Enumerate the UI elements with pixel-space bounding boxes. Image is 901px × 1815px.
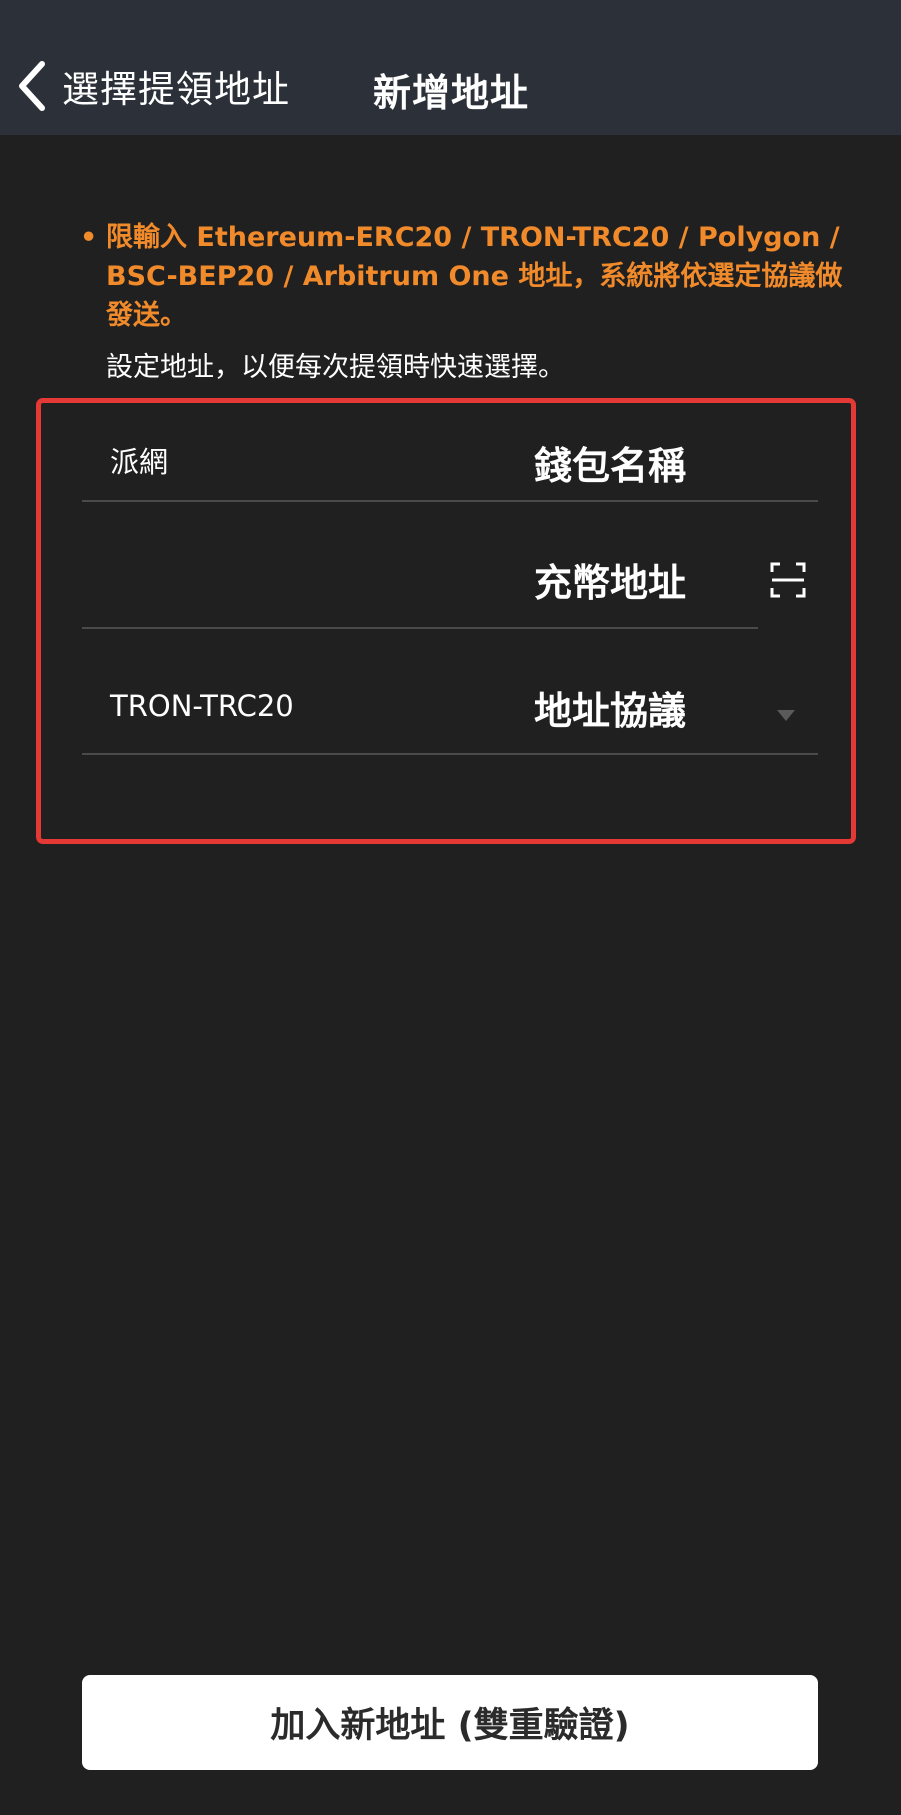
protocol-label: 地址協議 bbox=[534, 688, 687, 733]
chevron-left-icon bbox=[19, 61, 45, 111]
protocol-value[interactable]: TRON-TRC20 bbox=[110, 689, 294, 723]
back-button[interactable]: 選擇提領地址 bbox=[16, 56, 290, 116]
form-subtitle: 設定地址，以便每次提領時快速選擇。 bbox=[106, 352, 565, 383]
deposit-address-label: 充幣地址 bbox=[534, 560, 687, 605]
protocol-divider bbox=[82, 753, 818, 755]
notice-bullet: • bbox=[80, 222, 98, 253]
add-address-button[interactable]: 加入新地址 (雙重驗證) bbox=[82, 1675, 818, 1770]
page-title: 新增地址 bbox=[373, 71, 530, 115]
deposit-address-divider bbox=[82, 627, 758, 629]
caret-down-icon[interactable] bbox=[775, 707, 797, 723]
wallet-name-divider bbox=[82, 500, 818, 502]
wallet-name-label: 錢包名稱 bbox=[534, 443, 687, 488]
notice-text: 限輸入 Ethereum-ERC20 / TRON-TRC20 / Polygo… bbox=[106, 222, 843, 331]
back-label: 選擇提領地址 bbox=[62, 68, 290, 111]
scan-icon[interactable] bbox=[770, 562, 806, 598]
wallet-name-input[interactable]: 派網 bbox=[110, 439, 168, 481]
header-bar: 選擇提領地址 新增地址 bbox=[0, 0, 901, 135]
